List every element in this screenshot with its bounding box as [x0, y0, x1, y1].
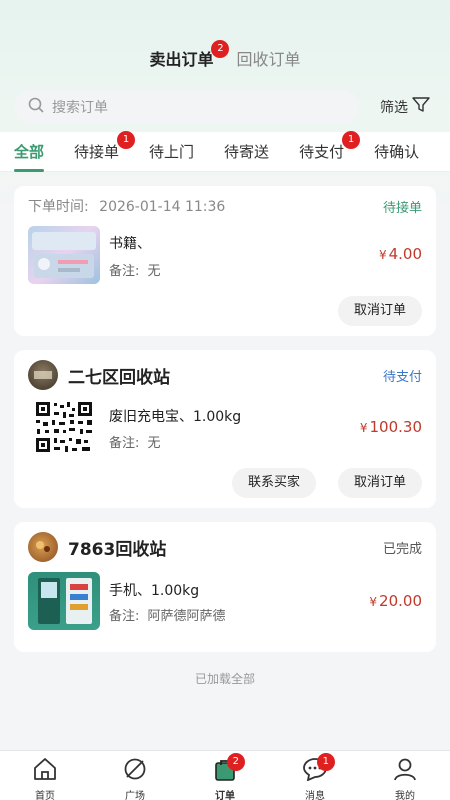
tab-pending-pickup[interactable]: 待上门: [149, 141, 194, 162]
item-note: 备注: 无: [109, 260, 161, 279]
order-card[interactable]: 二七区回收站 待支付 废旧充电宝、1.00kg 备注: 无 ¥100.30 联系…: [14, 350, 436, 508]
station-name: 7863回收站: [68, 539, 167, 560]
status-badge: 已完成: [382, 541, 422, 557]
product-image: [28, 572, 100, 630]
pending-accept-badge: 1: [117, 131, 136, 149]
order-card-header: 二七区回收站 待支付: [28, 360, 422, 390]
search-icon: [28, 97, 44, 117]
nav-orders-label: 订单: [215, 791, 235, 800]
nav-orders[interactable]: 2 订单: [180, 751, 270, 800]
nav-orders-badge: 2: [226, 753, 245, 771]
product-image: [28, 226, 100, 284]
price-currency: ¥: [369, 595, 378, 609]
search-row: 搜索订单 筛选: [14, 90, 444, 124]
tab-recycle-orders[interactable]: 回收订单: [237, 46, 301, 70]
order-type-tabs: 卖出订单 2 回收订单: [0, 40, 450, 76]
tab-pending-ship-label: 待寄送: [224, 143, 270, 161]
item-name: 废旧充电宝、1.00kg: [109, 409, 242, 425]
nav-messages-label: 消息: [305, 791, 325, 800]
nav-profile-label: 我的: [395, 791, 415, 800]
status-badge: 待接单: [382, 200, 422, 216]
search-input[interactable]: 搜索订单: [14, 90, 359, 124]
nav-home-label: 首页: [35, 791, 55, 800]
nav-home[interactable]: 首页: [0, 751, 90, 800]
tab-sell-orders-label: 卖出订单: [149, 50, 214, 69]
tab-pending-ship[interactable]: 待寄送: [224, 141, 269, 162]
nav-messages-badge: 1: [316, 753, 335, 771]
item-note-label: 备注:: [109, 264, 140, 279]
tab-pending-confirm[interactable]: 待确认: [374, 141, 419, 162]
tab-all[interactable]: 全部: [14, 141, 45, 172]
station-info: 7863回收站: [28, 532, 166, 562]
order-card-header: 下单时间: 2026-01-14 11:36 待接单: [28, 196, 422, 216]
station-avatar: [28, 532, 58, 562]
tab-pending-accept-label: 待接单: [74, 143, 120, 161]
nav-square[interactable]: 广场: [90, 751, 180, 800]
tab-all-label: 全部: [14, 143, 45, 161]
sell-orders-badge: 2: [211, 40, 230, 58]
item-note: 备注: 阿萨德阿萨德: [109, 605, 226, 624]
nav-messages[interactable]: 1 消息: [270, 751, 360, 800]
contact-buyer-button[interactable]: 联系买家: [231, 468, 316, 498]
station-info: 二七区回收站: [28, 360, 170, 390]
order-price: ¥4.00: [379, 245, 422, 263]
filter-button[interactable]: 筛选: [380, 97, 430, 117]
station-avatar: [28, 360, 58, 390]
order-card[interactable]: 下单时间: 2026-01-14 11:36 待接单 书籍、 备注: 无 ¥4.…: [14, 186, 436, 336]
item-note: 备注: 无: [109, 432, 161, 451]
order-card[interactable]: 7863回收站 已完成 手机、1.00kg 备注: 阿萨德阿萨德 ¥20.00: [14, 522, 436, 652]
tab-pending-pay[interactable]: 待支付 1: [299, 131, 361, 162]
station-name: 二七区回收站: [68, 367, 170, 388]
filter-label: 筛选: [380, 100, 408, 116]
tab-sell-orders[interactable]: 卖出订单 2: [149, 40, 230, 70]
compass-icon: [122, 757, 148, 785]
order-time-label: 下单时间:: [28, 199, 89, 215]
item-name: 书籍、: [109, 236, 151, 252]
order-price: ¥100.30: [360, 418, 422, 436]
order-time-value: 2026-01-14 11:36: [99, 199, 226, 215]
home-icon: [32, 757, 58, 785]
bottom-nav: 首页 广场 2 订单 1 消息 我的: [0, 750, 450, 800]
cancel-order-button[interactable]: 取消订单: [337, 468, 422, 498]
tab-pending-confirm-label: 待确认: [374, 143, 420, 161]
status-badge: 待支付: [382, 369, 422, 385]
nav-profile[interactable]: 我的: [360, 751, 450, 800]
item-name: 手机、1.00kg: [109, 583, 200, 599]
item-note-label: 备注:: [109, 609, 140, 624]
status-tabs: 全部 待接单 1 待上门 待寄送 待支付 1 待确认: [0, 131, 450, 172]
cancel-order-button[interactable]: 取消订单: [337, 296, 422, 326]
filter-icon: [412, 97, 430, 117]
user-icon: [392, 757, 418, 785]
search-placeholder: 搜索订单: [52, 100, 108, 116]
order-time: 下单时间: 2026-01-14 11:36: [28, 196, 225, 216]
nav-square-label: 广场: [125, 791, 145, 800]
price-value: 4.00: [388, 245, 422, 263]
price-currency: ¥: [378, 248, 387, 262]
pending-pay-badge: 1: [342, 131, 361, 149]
price-value: 20.00: [379, 592, 422, 610]
qr-code-image: [32, 400, 96, 454]
order-card-header: 7863回收站 已完成: [28, 532, 422, 562]
tab-pending-accept[interactable]: 待接单 1: [74, 131, 136, 162]
price-currency: ¥: [359, 421, 368, 435]
item-note-value: 阿萨德阿萨德: [147, 609, 226, 624]
tab-pending-pay-label: 待支付: [299, 143, 345, 161]
item-note-value: 无: [147, 436, 161, 451]
item-note-label: 备注:: [109, 436, 140, 451]
all-loaded-text: 已加载全部: [194, 672, 255, 686]
item-note-value: 无: [147, 264, 161, 279]
tab-recycle-orders-label: 回收订单: [236, 50, 301, 69]
order-price: ¥20.00: [369, 592, 422, 610]
price-value: 100.30: [369, 418, 423, 436]
tab-pending-pickup-label: 待上门: [149, 143, 195, 161]
